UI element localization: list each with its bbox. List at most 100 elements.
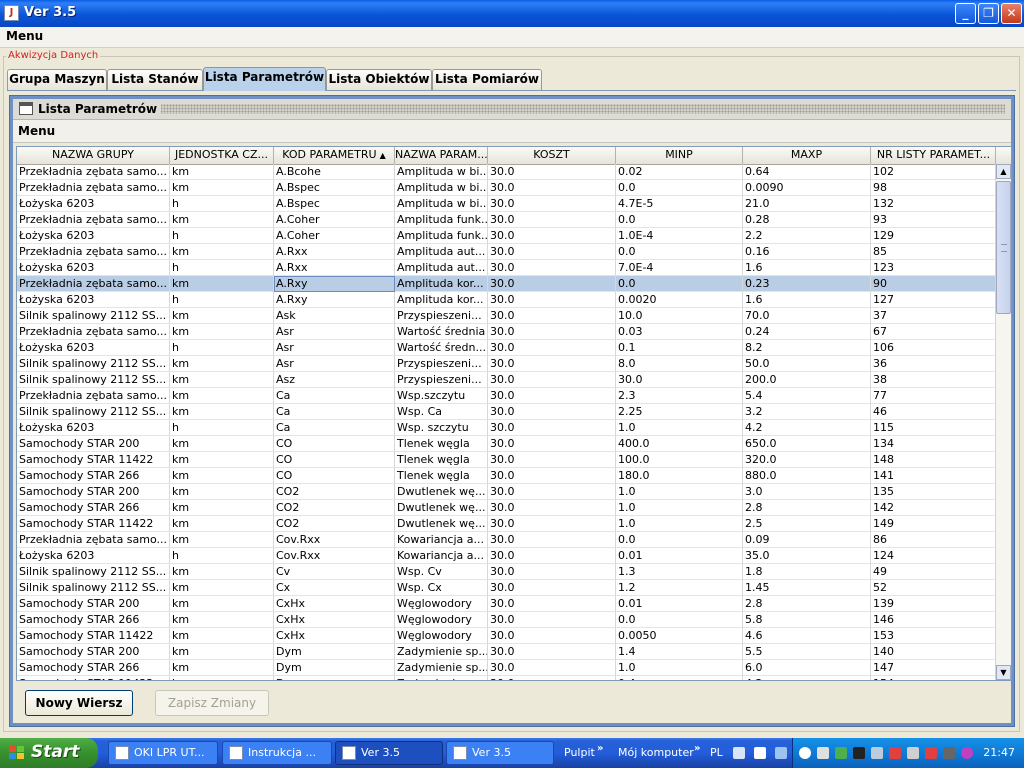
toolbar-moj-komputer[interactable]: Mój komputer: [618, 746, 694, 759]
cell-maxp[interactable]: 200.0: [743, 372, 871, 388]
cell-maxp[interactable]: 3.2: [743, 404, 871, 420]
cell-jednostka[interactable]: km: [170, 644, 274, 660]
cell-nr-listy[interactable]: 132: [871, 196, 997, 212]
internal-frame-titlebar[interactable]: Lista Parametrów: [13, 99, 1011, 120]
cell-koszt[interactable]: 30.0: [488, 244, 616, 260]
cell-nazwa-grupy[interactable]: Samochody STAR 266: [17, 468, 170, 484]
cell-nazwa-param[interactable]: Wsp. szczytu: [395, 420, 488, 436]
cell-nazwa-param[interactable]: Zadymienie sp...: [395, 644, 488, 660]
cell-nr-listy[interactable]: 124: [871, 548, 997, 564]
cell-nazwa-param[interactable]: Amplituda funk...: [395, 228, 488, 244]
cell-maxp[interactable]: 6.0: [743, 660, 871, 676]
cell-kod-parametru[interactable]: CO2: [274, 500, 395, 516]
cell-minp[interactable]: 0.0: [616, 532, 743, 548]
cell-minp[interactable]: 0.0020: [616, 292, 743, 308]
cell-kod-parametru[interactable]: A.Coher: [274, 228, 395, 244]
cell-kod-parametru[interactable]: Cx: [274, 580, 395, 596]
cell-koszt[interactable]: 30.0: [488, 228, 616, 244]
cell-minp[interactable]: 1.0: [616, 420, 743, 436]
cell-maxp[interactable]: 0.28: [743, 212, 871, 228]
scrollbar-thumb[interactable]: [996, 181, 1011, 314]
cell-koszt[interactable]: 30.0: [488, 548, 616, 564]
table-row[interactable]: Samochody STAR 200 km CO2 Dwutlenek wę... 30…: [17, 484, 997, 500]
toolbar-pulpit[interactable]: Pulpit: [564, 746, 595, 759]
cell-koszt[interactable]: 30.0: [488, 452, 616, 468]
cell-kod-parametru[interactable]: CO: [274, 452, 395, 468]
cell-nazwa-param[interactable]: Zadymienie sp...: [395, 660, 488, 676]
cell-jednostka[interactable]: km: [170, 532, 274, 548]
cell-jednostka[interactable]: km: [170, 324, 274, 340]
cell-nr-listy[interactable]: 147: [871, 660, 997, 676]
cell-nr-listy[interactable]: 153: [871, 628, 997, 644]
cell-koszt[interactable]: 30.0: [488, 484, 616, 500]
cell-jednostka[interactable]: km: [170, 580, 274, 596]
close-button[interactable]: ✕: [1001, 3, 1022, 24]
cell-kod-parametru[interactable]: Ca: [274, 404, 395, 420]
cell-minp[interactable]: 1.0E-4: [616, 228, 743, 244]
cell-maxp[interactable]: 0.23: [743, 276, 871, 292]
new-row-button[interactable]: Nowy Wiersz: [25, 690, 133, 716]
cell-nazwa-grupy[interactable]: Samochody STAR 200: [17, 644, 170, 660]
cell-minp[interactable]: 0.0: [616, 244, 743, 260]
table-row[interactable]: Samochody STAR 11422 km CO Tlenek węgla 30.0…: [17, 452, 997, 468]
table-row[interactable]: Samochody STAR 200 km CxHx Węglowodory 30.0 0…: [17, 596, 997, 612]
cell-nr-listy[interactable]: 140: [871, 644, 997, 660]
cell-nazwa-grupy[interactable]: Przekładnia zębata samo...: [17, 212, 170, 228]
cell-maxp[interactable]: 4.2: [743, 420, 871, 436]
cell-nazwa-grupy[interactable]: Samochody STAR 266: [17, 660, 170, 676]
tab-lista-obiektow[interactable]: Lista Obiektów: [326, 69, 432, 90]
cell-nr-listy[interactable]: 127: [871, 292, 997, 308]
cell-nazwa-param[interactable]: Amplituda w bi...: [395, 196, 488, 212]
cell-nazwa-param[interactable]: Węglowodory: [395, 612, 488, 628]
cell-nr-listy[interactable]: 123: [871, 260, 997, 276]
cell-nr-listy[interactable]: 67: [871, 324, 997, 340]
cell-nr-listy[interactable]: 142: [871, 500, 997, 516]
cell-minp[interactable]: 100.0: [616, 452, 743, 468]
table-row[interactable]: Przekładnia zębata samo... km A.Coher Ampli…: [17, 212, 997, 228]
cell-koszt[interactable]: 30.0: [488, 180, 616, 196]
cell-nazwa-param[interactable]: Amplituda w bi...: [395, 164, 488, 180]
cell-kod-parametru[interactable]: CO: [274, 468, 395, 484]
cell-jednostka[interactable]: km: [170, 388, 274, 404]
java-icon[interactable]: J: [4, 5, 19, 21]
cell-nazwa-grupy[interactable]: Samochody STAR 11422: [17, 516, 170, 532]
table-row[interactable]: Samochody STAR 11422 km CxHx Węglowodory 30.…: [17, 628, 997, 644]
cell-nazwa-grupy[interactable]: Samochody STAR 11422: [17, 452, 170, 468]
cell-nr-listy[interactable]: 52: [871, 580, 997, 596]
cell-nazwa-param[interactable]: Węglowodory: [395, 628, 488, 644]
cell-nazwa-param[interactable]: Dwutlenek wę...: [395, 500, 488, 516]
cell-nazwa-param[interactable]: Przyspieszeni...: [395, 372, 488, 388]
cell-nazwa-param[interactable]: Kowariancja a...: [395, 532, 488, 548]
cell-minp[interactable]: 0.0: [616, 276, 743, 292]
column-header-nr-listy[interactable]: NR LISTY PARAMET...: [871, 147, 997, 164]
cell-maxp[interactable]: 0.16: [743, 244, 871, 260]
cell-nr-listy[interactable]: 146: [871, 612, 997, 628]
cell-jednostka[interactable]: km: [170, 628, 274, 644]
cell-nr-listy[interactable]: 86: [871, 532, 997, 548]
cell-maxp[interactable]: 1.6: [743, 292, 871, 308]
volume-icon[interactable]: [907, 747, 919, 759]
table-row[interactable]: Samochody STAR 200 km CO Tlenek węgla 30.0 40…: [17, 436, 997, 452]
cell-nazwa-grupy[interactable]: Samochody STAR 200: [17, 436, 170, 452]
start-button[interactable]: Start: [0, 738, 98, 768]
menu-item-menu[interactable]: Menu: [6, 29, 43, 43]
cell-nazwa-param[interactable]: Tlenek węgla: [395, 452, 488, 468]
cell-jednostka[interactable]: km: [170, 436, 274, 452]
table-row[interactable]: Samochody STAR 11422kmDymZadymienie sp..…: [17, 676, 997, 680]
cell-jednostka[interactable]: km: [170, 452, 274, 468]
cell-minp[interactable]: 10.0: [616, 308, 743, 324]
table-row[interactable]: Przekładnia zębata samo... km A.Rxy Amplitu…: [17, 276, 997, 292]
cell-nazwa-grupy[interactable]: Łożyska 6203: [17, 228, 170, 244]
column-header-jednostka[interactable]: JEDNOSTKA CZ...: [170, 147, 274, 164]
cell-nazwa-grupy[interactable]: Przekładnia zębata samo...: [17, 164, 170, 180]
cell-koszt[interactable]: 30.0: [488, 324, 616, 340]
cell-maxp[interactable]: 1.8: [743, 564, 871, 580]
cell-nr-listy[interactable]: 77: [871, 388, 997, 404]
back-arrow-icon[interactable]: [799, 747, 811, 759]
cell-minp[interactable]: 0.0: [616, 180, 743, 196]
cell-nr-listy[interactable]: 134: [871, 436, 997, 452]
monitor-icon[interactable]: [943, 747, 955, 759]
cell-nazwa-grupy[interactable]: Łożyska 6203: [17, 292, 170, 308]
table-row[interactable]: Samochody STAR 266 km CO Tlenek węgla 30.0 18…: [17, 468, 997, 484]
column-header-nazwa-grupy[interactable]: NAZWA GRUPY: [17, 147, 170, 164]
